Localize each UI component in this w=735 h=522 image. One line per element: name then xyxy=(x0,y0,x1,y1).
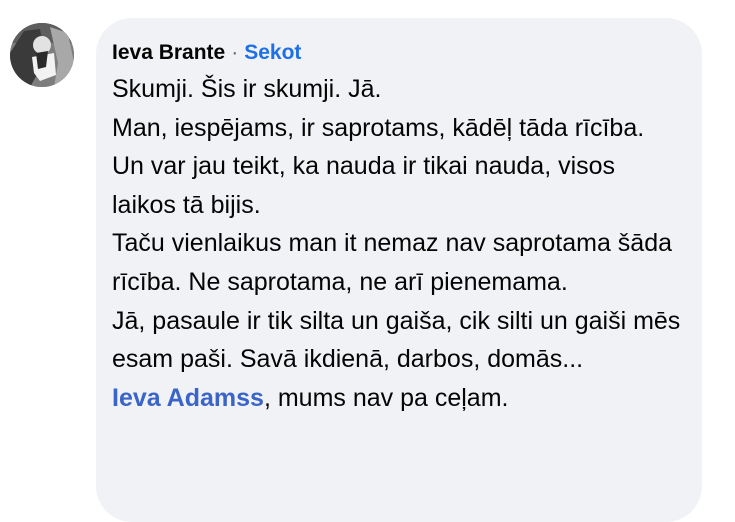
avatar[interactable] xyxy=(10,23,74,87)
profile-photo-icon xyxy=(10,23,74,87)
follow-link[interactable]: Sekot xyxy=(244,38,301,68)
comment-author[interactable]: Ieva Brante xyxy=(112,38,225,68)
mention-link[interactable]: Ieva Adamss xyxy=(112,384,264,412)
comment-paragraph: Taču vienlaikus man it nemaz nav saprota… xyxy=(112,229,673,296)
comment-bubble: Ieva Brante · Sekot Skumji. Šis ir skumj… xyxy=(96,18,702,522)
comment-paragraph: Jā, pasaule ir tik silta un gaiša, cik s… xyxy=(112,306,681,374)
mention-suffix: , mums nav pa ceļam. xyxy=(263,383,509,412)
comment-paragraph: Skumji. Šis ir skumji. Jā. xyxy=(112,75,382,103)
comment-paragraph: Man, iespējams, ir saprotams, kādēļ tāda… xyxy=(112,113,645,219)
separator-dot: · xyxy=(231,41,239,64)
comment-paragraph: Ieva Adamss, mums nav pa ceļam. xyxy=(112,379,682,418)
comment-text: Skumji. Šis ir skumji. Jā. Man, iespējam… xyxy=(112,70,682,417)
comment-header: Ieva Brante · Sekot xyxy=(112,38,682,68)
